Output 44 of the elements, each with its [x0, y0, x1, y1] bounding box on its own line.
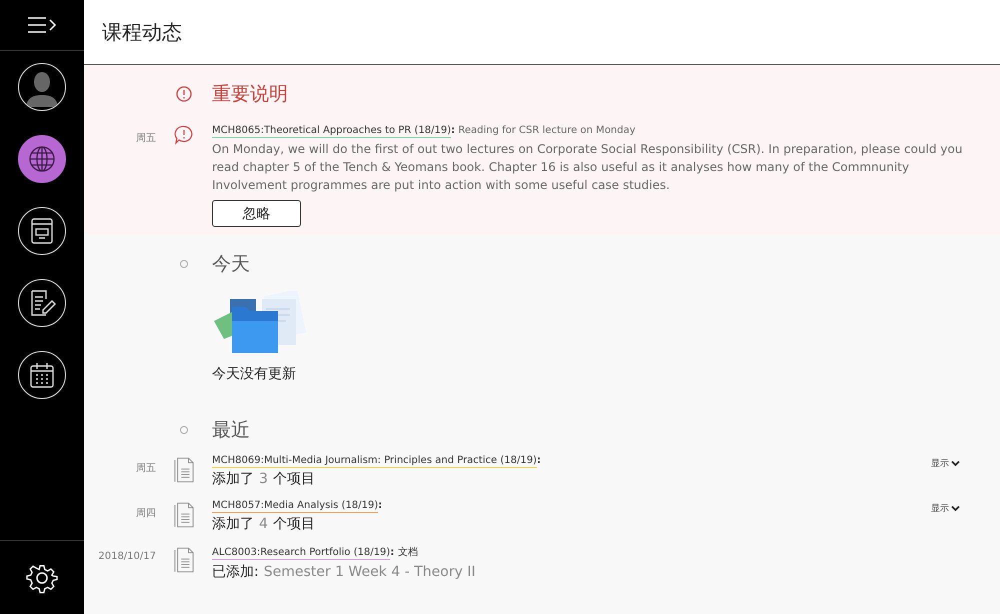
section-title: 最近: [212, 418, 250, 443]
chevron-down-icon: [951, 460, 960, 467]
section-title: 重要说明: [212, 82, 288, 107]
page-title: 课程动态: [102, 18, 182, 46]
dismiss-button[interactable]: 忽略: [212, 200, 301, 227]
course-link[interactable]: MCH8065:Theoretical Approaches to PR (18/19): [212, 125, 452, 138]
activity-label: 已添加:: [212, 564, 259, 580]
activity-detail: Semester 1 Week 4 - Theory II: [264, 564, 476, 580]
show-button[interactable]: 显示: [931, 502, 960, 515]
alert-icon: [176, 86, 192, 102]
course-link[interactable]: MCH8057:Media Analysis (18/19): [212, 500, 378, 513]
colon: :: [536, 455, 541, 466]
day-label: 周五: [135, 132, 156, 145]
announcement-title: Reading for CSR lecture on Monday: [458, 125, 636, 136]
section-title: 今天: [212, 252, 250, 277]
empty-message: 今天没有更新: [212, 365, 297, 383]
calendar-icon: [28, 361, 56, 389]
alert-bubble-icon: [174, 125, 194, 145]
menu-icon: [27, 16, 57, 34]
document-icon: [174, 500, 194, 530]
colon: :: [451, 125, 456, 136]
document-icon: [174, 455, 194, 485]
document-icon: [174, 545, 194, 575]
activity-label: 个项目: [272, 516, 315, 532]
chevron-down-icon: [951, 505, 960, 512]
course-link[interactable]: ALC8003:Research Portfolio (18/19): [212, 547, 390, 560]
activity-detail: 4: [259, 516, 268, 532]
day-label: 周四: [135, 507, 156, 520]
activity-label: 添加了: [212, 471, 254, 487]
globe-icon: [28, 145, 56, 173]
book-icon: [29, 217, 55, 245]
timeline-dot: [180, 260, 188, 268]
timeline-dot: [180, 426, 188, 434]
activity-label: 添加了: [212, 516, 254, 532]
day-label: 周五: [135, 462, 156, 475]
show-button[interactable]: 显示: [931, 457, 960, 470]
activity-detail: 3: [259, 471, 268, 487]
activity-label: 个项目: [272, 471, 315, 487]
announcement-text: On Monday, we will do the first of out two lectures on Corporate Social Responsibility (CSR). In preparation, please could you read chapter 5 of the Tench & Yeomans book. Chapter 16 is also useful as it analyses how many of the Commnunity Involvement programmes are put into action with some useful case studies.: [212, 141, 964, 194]
day-label: 2018/10/17: [97, 550, 156, 562]
colon: :: [390, 547, 394, 558]
colon: :: [378, 500, 382, 511]
item-type: 文档: [398, 547, 418, 558]
course-link[interactable]: MCH8069:Multi-Media Journalism: Principles and Practice (18/19): [212, 455, 537, 468]
